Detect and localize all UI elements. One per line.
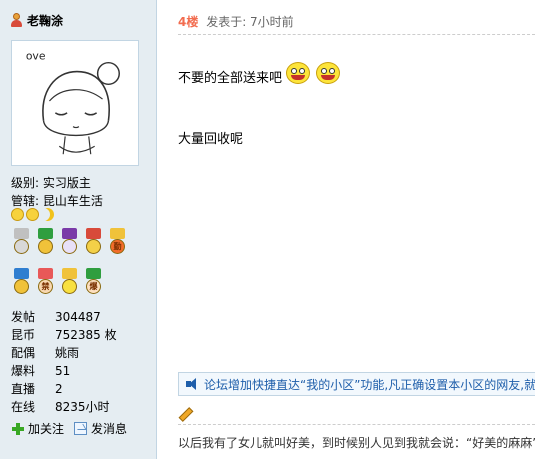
post-header: 4楼 发表于: 7小时前 xyxy=(178,13,294,30)
send-message-button[interactable]: 发消息 xyxy=(74,420,127,437)
stat-value: 51 xyxy=(55,364,71,378)
medal-icon[interactable] xyxy=(11,268,32,295)
medal-icon[interactable]: 爆 xyxy=(83,268,104,295)
follow-label: 加关注 xyxy=(28,422,65,436)
forum-notice[interactable]: 论坛增加快捷直达“我的小区”功能,凡正确设置本小区的网友,就 xyxy=(178,372,535,396)
signature: 以后我有了女儿就叫好美，到时候别人见到我就会说：“好美的麻麻” xyxy=(178,436,535,450)
message-label: 发消息 xyxy=(91,422,128,436)
medal-icon[interactable] xyxy=(59,228,80,255)
plus-icon xyxy=(11,422,24,435)
user-icon xyxy=(10,13,22,27)
stat-row: 直播 2 xyxy=(11,380,151,398)
level-line: 级别: 实习版主 xyxy=(11,174,91,191)
stat-label: 配偶 xyxy=(11,346,36,360)
manage-value[interactable]: 昆山车生活 xyxy=(43,194,103,208)
avatar-text: ove xyxy=(26,50,46,63)
sun-icon xyxy=(26,208,39,221)
stat-row: 在线 8235小时 xyxy=(11,398,151,416)
medal-icon[interactable] xyxy=(59,268,80,295)
medal-row: 禁爆 xyxy=(11,268,104,295)
stat-label: 昆币 xyxy=(11,328,36,342)
medal-icon[interactable] xyxy=(11,228,32,255)
user-sidebar: 老鞠涂 ove 级别: 实习版主 管辖: 昆山车生活 勤 禁爆 发帖 304487… xyxy=(0,0,157,459)
stat-label: 爆料 xyxy=(11,364,36,378)
stat-label: 发帖 xyxy=(11,310,36,324)
pencil-icon xyxy=(178,407,192,421)
user-stats: 发帖 304487 昆币 752385 枚配偶 姚雨爆料 51 直播 2 在线 8235小时 xyxy=(11,308,151,416)
stat-row: 发帖 304487 xyxy=(11,308,151,326)
stat-value: 752385 枚 xyxy=(55,328,117,342)
avatar-drawing: ove xyxy=(16,44,134,162)
stat-label: 在线 xyxy=(11,400,36,414)
stat-label: 直播 xyxy=(11,382,36,396)
stat-value: 8235小时 xyxy=(55,400,110,414)
post-text-line: 不要的全部送来吧 xyxy=(178,58,342,86)
level-label: 级别: xyxy=(11,176,40,190)
stat-value: 2 xyxy=(55,382,63,396)
manage-line: 管辖: 昆山车生活 xyxy=(11,192,103,209)
follow-button[interactable]: 加关注 xyxy=(11,420,64,437)
medal-icon[interactable]: 勤 xyxy=(107,228,128,255)
stat-row: 昆币 752385 枚 xyxy=(11,326,151,344)
grin-emoticon-icon xyxy=(314,58,342,86)
notice-link[interactable]: 论坛增加快捷直达“我的小区”功能,凡正确设置本小区的网友,就 xyxy=(204,376,535,393)
stat-row: 爆料 51 xyxy=(11,362,151,380)
medal-row: 勤 xyxy=(11,228,128,255)
header-divider xyxy=(178,34,535,35)
post-content: 4楼 发表于: 7小时前 不要的全部送来吧 大量回收呢 论坛增加快捷直达“我的小… xyxy=(158,0,535,459)
grin-emoticon-icon xyxy=(284,58,312,86)
post-text: 不要的全部送来吧 xyxy=(178,71,283,86)
post-text: 大量回收呢 xyxy=(178,132,244,147)
medal-icon[interactable] xyxy=(35,228,56,255)
user-actions: 加关注 发消息 xyxy=(11,420,127,437)
moon-icon xyxy=(41,208,54,221)
sun-icon xyxy=(11,208,24,221)
rank-icons xyxy=(11,208,54,221)
stat-value: 304487 xyxy=(55,310,101,324)
speaker-icon xyxy=(186,378,198,390)
medal-icon[interactable] xyxy=(83,228,104,255)
username[interactable]: 老鞠涂 xyxy=(27,12,63,29)
envelope-icon xyxy=(74,422,88,435)
avatar[interactable]: ove xyxy=(11,40,139,166)
manage-label: 管辖: xyxy=(11,194,40,208)
username-row: 老鞠涂 xyxy=(10,12,63,28)
medal-icon[interactable]: 禁 xyxy=(35,268,56,295)
floor-number[interactable]: 4楼 xyxy=(178,15,198,29)
stat-row: 配偶 姚雨 xyxy=(11,344,151,362)
signature-divider xyxy=(178,424,535,425)
stat-value: 姚雨 xyxy=(55,346,80,360)
level-value: 实习版主 xyxy=(42,176,91,190)
post-time: 发表于: 7小时前 xyxy=(206,15,294,29)
